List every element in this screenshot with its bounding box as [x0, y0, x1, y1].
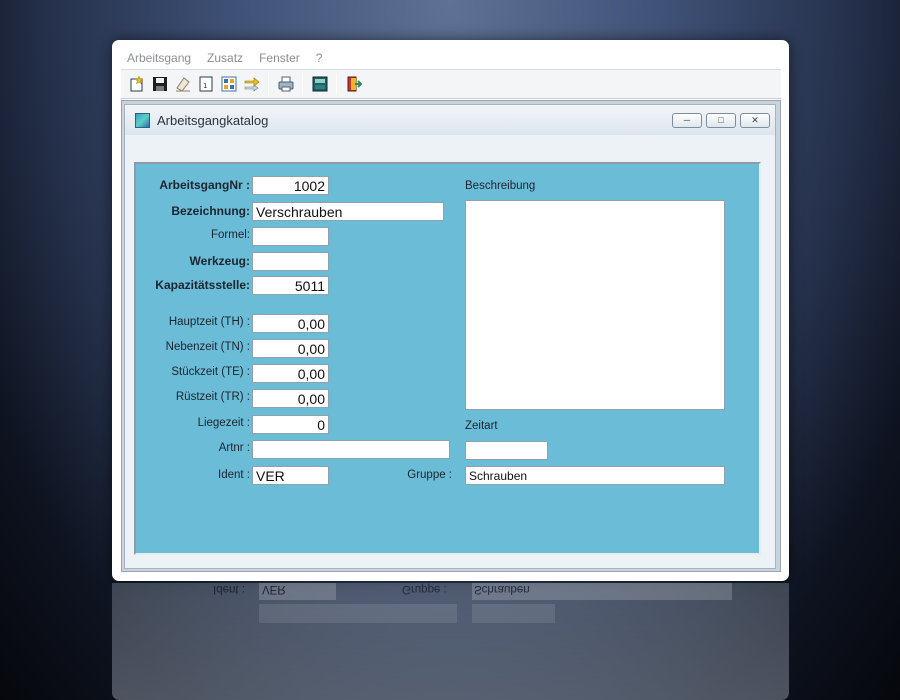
menu-arbeitsgang[interactable]: Arbeitsgang	[127, 51, 191, 65]
close-icon: ✕	[751, 115, 759, 125]
toolbar-separator	[302, 73, 303, 95]
kapazitaetsstelle-label: Kapazitätsstelle:	[155, 278, 250, 292]
stueckzeit-label: Stückzeit (TE) :	[171, 366, 250, 378]
nebenzeit-field[interactable]: 0,00	[252, 339, 329, 358]
reflection-gruppe-value: Schrauben	[474, 583, 530, 595]
liegezeit-field[interactable]: 0	[252, 415, 329, 434]
application-window: Arbeitsgang Zusatz Fenster ? 1 Arbeitsga…	[112, 40, 789, 581]
menu-bar: Arbeitsgang Zusatz Fenster ?	[121, 48, 781, 68]
new-record-icon[interactable]	[125, 73, 148, 96]
print-icon[interactable]	[274, 73, 297, 96]
reflection-gruppe-label: Gruppe :	[402, 583, 447, 595]
ident-field[interactable]: VER	[252, 466, 329, 485]
maximize-icon: □	[718, 115, 724, 125]
save-disk-icon[interactable]	[148, 73, 171, 96]
child-title-bar[interactable]: Arbeitsgangkatalog ─ □ ✕	[125, 105, 775, 135]
beschreibung-textarea[interactable]	[465, 200, 725, 410]
child-body: ArbeitsgangNr : 1002 Bezeichnung: Versch…	[125, 135, 775, 568]
menu-help[interactable]: ?	[316, 51, 323, 65]
reflection-zeitart-field	[472, 604, 555, 623]
zeitart-label: Zeitart	[465, 420, 498, 432]
kapazitaetsstelle-field[interactable]: 5011	[252, 276, 329, 295]
hauptzeit-field[interactable]: 0,00	[252, 314, 329, 333]
toolbar-separator	[268, 73, 269, 95]
form-panel: ArbeitsgangNr : 1002 Bezeichnung: Versch…	[134, 162, 761, 555]
window-reflection: VER Schrauben Ident : Gruppe :	[112, 583, 789, 700]
gruppe-field[interactable]: Schrauben	[465, 466, 725, 485]
beschreibung-label: Beschreibung	[465, 180, 536, 192]
werkzeug-field[interactable]	[252, 252, 329, 271]
toolbar-separator	[336, 73, 337, 95]
transfer-arrows-icon[interactable]	[240, 73, 263, 96]
formel-label: Formel:	[211, 229, 250, 241]
reflection-ident-value: VER	[262, 583, 286, 595]
stueckzeit-field[interactable]: 0,00	[252, 364, 329, 383]
minimize-button[interactable]: ─	[672, 113, 702, 128]
arbeitsgangnr-field[interactable]: 1002	[252, 176, 329, 195]
reflection-surface	[112, 583, 789, 700]
bezeichnung-label: Bezeichnung:	[171, 204, 250, 218]
svg-text:1: 1	[203, 82, 207, 90]
close-button[interactable]: ✕	[740, 113, 770, 128]
child-window-title: Arbeitsgangkatalog	[157, 112, 269, 128]
formel-field[interactable]	[252, 227, 329, 246]
reflection-ident-label: Ident :	[213, 583, 245, 595]
ruestzeit-field[interactable]: 0,00	[252, 389, 329, 408]
liegezeit-label: Liegezeit :	[197, 417, 250, 429]
mdi-client-area: Arbeitsgangkatalog ─ □ ✕ ArbeitsgangNr :…	[121, 100, 781, 572]
zeitart-field[interactable]	[465, 441, 548, 460]
eraser-icon[interactable]	[171, 73, 194, 96]
hauptzeit-label: Hauptzeit (TH) :	[168, 316, 250, 328]
toolbar: 1	[121, 69, 781, 99]
artnr-label: Artnr :	[218, 442, 250, 454]
minimize-icon: ─	[683, 115, 691, 125]
maximize-button[interactable]: □	[706, 113, 736, 128]
reflection-artnr-field	[259, 604, 457, 623]
werkzeug-label: Werkzeug:	[189, 254, 250, 268]
artnr-field[interactable]	[252, 440, 450, 459]
menu-zusatz[interactable]: Zusatz	[207, 51, 243, 65]
exit-door-icon[interactable]	[342, 73, 365, 96]
calculator-icon[interactable]	[308, 73, 331, 96]
ident-label: Ident :	[218, 469, 250, 481]
report-document-icon[interactable]: 1	[194, 73, 217, 96]
menu-fenster[interactable]: Fenster	[259, 51, 300, 65]
grid-select-icon[interactable]	[217, 73, 240, 96]
ruestzeit-label: Rüstzeit (TR) :	[175, 391, 250, 403]
arbeitsgangnr-label: ArbeitsgangNr :	[159, 178, 250, 192]
app-icon	[135, 112, 150, 128]
child-window: Arbeitsgangkatalog ─ □ ✕ ArbeitsgangNr :…	[124, 104, 776, 569]
gruppe-label: Gruppe :	[407, 469, 452, 481]
bezeichnung-field[interactable]: Verschrauben	[252, 202, 444, 221]
nebenzeit-label: Nebenzeit (TN) :	[165, 341, 250, 353]
